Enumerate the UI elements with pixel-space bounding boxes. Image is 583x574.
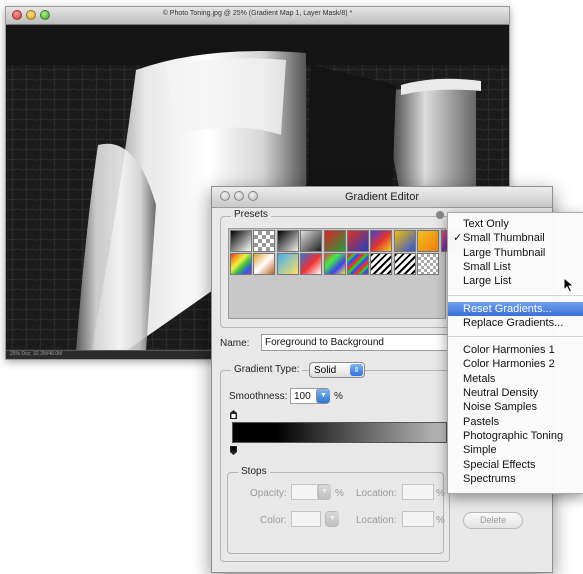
gradient-preset-swatch[interactable] — [253, 230, 276, 252]
gradient-preset-swatch[interactable] — [347, 253, 369, 275]
chevron-down-icon: ▼ — [318, 485, 331, 499]
menu-item[interactable]: Neutral Density — [448, 386, 583, 400]
menu-item[interactable]: Reset Gradients... — [448, 301, 583, 316]
menu-item[interactable]: Color Harmonies 2 — [448, 357, 583, 371]
presets-swatch-area[interactable] — [228, 228, 463, 319]
dialog-titlebar[interactable]: Gradient Editor — [212, 187, 552, 208]
menu-item[interactable]: Text Only — [448, 217, 583, 231]
menu-item-label: Special Effects — [463, 458, 536, 471]
smoothness-dropdown[interactable]: ▼ — [316, 388, 330, 404]
gradient-preset-swatch[interactable] — [417, 253, 440, 275]
menu-item[interactable]: Pastels — [448, 415, 583, 429]
gradient-preset-swatch[interactable] — [300, 253, 323, 275]
menu-item-label: Text Only — [463, 218, 509, 230]
menu-item-label: Neutral Density — [463, 387, 539, 399]
menu-item-label: Small List — [463, 260, 511, 273]
gradient-preset-swatch[interactable] — [393, 230, 416, 252]
chevron-down-icon: ▼ — [317, 389, 330, 403]
menu-item[interactable]: Special Effects — [448, 458, 583, 472]
menu-item-label: Color Harmonies 1 — [463, 344, 555, 357]
color-swatch-field[interactable] — [291, 511, 321, 527]
color-stop-left[interactable] — [230, 446, 237, 455]
menu-item-label: Replace Gradients... — [463, 316, 564, 329]
gradient-preset-swatch[interactable] — [230, 230, 252, 252]
opacity-field[interactable] — [291, 484, 319, 500]
menu-item-label: Spectrums — [463, 472, 516, 485]
menu-item-label: Pastels — [463, 415, 500, 428]
color-dropdown[interactable]: ▼ — [325, 511, 339, 527]
gradient-preset-swatch[interactable] — [323, 253, 346, 275]
gradient-type-value: Solid — [314, 365, 337, 376]
menu-item[interactable]: ✓ Small Thumbnail — [448, 231, 583, 245]
gradient-preset-swatch[interactable] — [393, 253, 416, 275]
menu-item-label: Color Harmonies 2 — [463, 358, 555, 371]
opacity-location-field[interactable] — [402, 484, 434, 500]
menu-item[interactable]: Replace Gradients... — [448, 316, 583, 330]
opacity-stop-left[interactable] — [230, 410, 237, 419]
color-label: Color: — [260, 515, 287, 526]
menu-item[interactable]: Metals — [448, 372, 583, 386]
menu-item-label: Large List — [463, 275, 512, 288]
color-location-field[interactable] — [402, 511, 434, 527]
status-text: 25% Doc: 32.3M/48.0M — [10, 351, 63, 357]
menu-item[interactable]: Photographic Toning — [448, 429, 583, 443]
name-label: Name: — [220, 338, 250, 349]
menu-item-label: Large Thumbnail — [463, 246, 546, 259]
presets-context-menu[interactable]: Text Only ✓ Small Thumbnail Large Thumbnail… — [447, 212, 583, 494]
gradient-preset-swatch[interactable] — [276, 253, 299, 275]
menu-item[interactable]: Spectrums — [448, 472, 583, 486]
menu-item-label: Noise Samples — [463, 401, 537, 414]
opacity-dropdown[interactable]: ▼ — [317, 484, 331, 500]
gradient-preset-swatch[interactable] — [370, 230, 393, 252]
menu-separator — [448, 336, 583, 338]
chevron-updown-icon: ⇕ — [350, 364, 363, 376]
menu-item-label: Photographic Toning — [463, 429, 564, 442]
menu-item[interactable]: Large Thumbnail — [448, 246, 583, 260]
smoothness-label: Smoothness: — [229, 391, 288, 402]
gradient-preset-swatch[interactable] — [370, 253, 393, 275]
gradient-preset-swatch[interactable] — [230, 253, 252, 275]
gradient-preset-swatch[interactable] — [253, 253, 276, 275]
smoothness-unit: % — [334, 391, 343, 402]
dialog-title: Gradient Editor — [345, 191, 419, 203]
photo-window-title: © Photo Toning.jpg @ 25% (Gradient Map 1… — [162, 10, 353, 17]
menu-item-label: Small Thumbnail — [463, 232, 545, 245]
menu-item-label: Simple — [463, 444, 497, 457]
presets-menu-icon[interactable] — [436, 211, 444, 219]
gradient-preset-swatch[interactable] — [276, 230, 299, 252]
chevron-down-icon: ▼ — [326, 512, 339, 526]
mouse-pointer-icon — [563, 277, 575, 293]
gradient-type-select[interactable]: Solid ⇕ — [309, 362, 365, 378]
opacity-location-unit: % — [436, 488, 445, 499]
color-delete-button[interactable]: Delete — [463, 512, 523, 529]
opacity-label: Opacity: — [250, 488, 287, 499]
checkmark-icon: ✓ — [453, 232, 463, 245]
opacity-location-label: Location: — [356, 488, 397, 499]
menu-item[interactable]: Simple — [448, 443, 583, 457]
gradient-type-label: Gradient Type: — [231, 364, 303, 375]
gradient-preset-swatch[interactable] — [347, 230, 369, 252]
stops-label: Stops — [238, 466, 270, 477]
gradient-name-field[interactable]: Foreground to Background — [261, 334, 449, 351]
color-location-label: Location: — [356, 515, 397, 526]
photo-window-titlebar[interactable]: © Photo Toning.jpg @ 25% (Gradient Map 1… — [6, 7, 509, 25]
opacity-unit: % — [335, 488, 344, 499]
gradient-preset-swatch[interactable] — [417, 230, 440, 252]
menu-item-label: Metals — [463, 372, 496, 385]
gradient-ramp-preview[interactable] — [232, 422, 447, 443]
presets-label: Presets — [231, 209, 271, 220]
color-location-unit: % — [436, 515, 445, 526]
smoothness-field[interactable]: 100 — [290, 388, 318, 404]
menu-item[interactable]: Color Harmonies 1 — [448, 343, 583, 357]
menu-separator — [448, 294, 583, 296]
menu-item[interactable]: Small List — [448, 260, 583, 274]
gradient-preset-swatch[interactable] — [300, 230, 323, 252]
menu-item-label: Reset Gradients... — [463, 302, 552, 315]
gradient-preset-swatch[interactable] — [323, 230, 346, 252]
menu-item[interactable]: Noise Samples — [448, 400, 583, 414]
